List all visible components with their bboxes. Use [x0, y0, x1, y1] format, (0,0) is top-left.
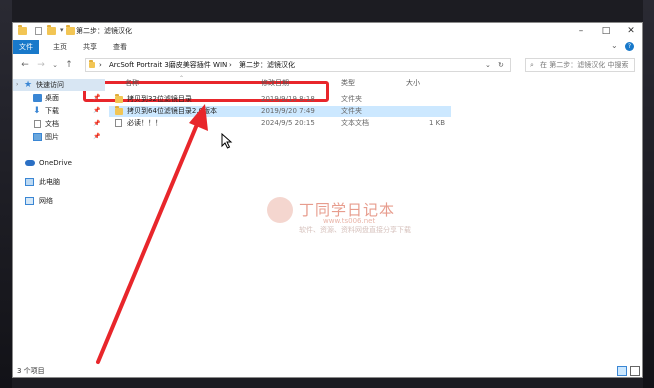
file-name: 必读！！！ [127, 119, 162, 127]
file-type: 文件夹 [341, 95, 362, 103]
sidebar-item-network[interactable]: 网络 [13, 195, 105, 207]
file-type: 文本文档 [341, 119, 369, 127]
window-title: 第二步：滤镜汉化 [76, 27, 132, 35]
pin-icon: 📌 [93, 120, 101, 127]
mouse-cursor-icon [221, 133, 233, 149]
address-row: ← → ⌄ ↑ › ArcSoft Portrait 3磨皮美容插件 WIN ›… [13, 54, 642, 102]
close-button[interactable]: ✕ [618, 23, 642, 40]
pin-icon: 📌 [93, 107, 101, 114]
cloud-icon [25, 160, 35, 166]
details-view-icon[interactable] [617, 366, 627, 376]
star-icon: ★ [24, 80, 33, 90]
folder-icon [115, 94, 123, 103]
explorer-window: ▾ 第二步：滤镜汉化 – □ ✕ 文件 主页 共享 查看 ⌄ ? ← → ⌄ ↑… [12, 22, 643, 378]
sidebar-label-quick-access: 快速访问 [36, 81, 64, 89]
address-bar[interactable]: › ArcSoft Portrait 3磨皮美容插件 WIN › 第二步：滤镜汉… [85, 58, 511, 72]
file-date: 2024/9/5 20:15 [261, 119, 315, 127]
column-header-name[interactable]: 名称 [125, 77, 139, 89]
text-file-icon [115, 119, 122, 127]
network-icon [25, 197, 34, 205]
breadcrumb-separator: › [229, 61, 232, 69]
file-date: 2019/9/19 8:18 [261, 95, 315, 103]
sidebar-label-desktop: 桌面 [45, 94, 59, 102]
sidebar-label-network: 网络 [39, 197, 53, 205]
sidebar-label-this-pc: 此电脑 [39, 178, 60, 186]
forward-button[interactable]: → [35, 58, 47, 72]
file-row-selected[interactable]: 拷贝到64位滤镜目录2.0版本 2019/9/20 7:49 文件夹 [109, 106, 451, 117]
search-placeholder: 在 第二步：滤镜汉化 中搜索 [540, 61, 629, 69]
tab-home[interactable]: 主页 [49, 40, 71, 54]
title-bar: ▾ 第二步：滤镜汉化 – □ ✕ [13, 23, 642, 40]
folder-icon [18, 25, 27, 35]
breadcrumb-separator: › [99, 61, 102, 69]
desktop-background-right [643, 0, 654, 388]
tab-share[interactable]: 共享 [79, 40, 101, 54]
watermark: 丁同学日记本 www.ts006.net 软件、资源、资料网盘直接分享下载 [263, 195, 423, 239]
navigation-pane: › ★ 快速访问 桌面 📌 ⬇ 下载 📌 文档 📌 图片 📌 OneDrive [13, 77, 105, 361]
window-folder-icon [66, 25, 75, 35]
pin-icon: 📌 [93, 94, 101, 101]
file-size: 1 KB [429, 119, 446, 127]
sidebar-label-pictures: 图片 [45, 133, 59, 141]
properties-icon[interactable] [35, 27, 42, 35]
sidebar-label-onedrive: OneDrive [39, 159, 72, 167]
file-type: 文件夹 [341, 107, 362, 115]
sidebar-label-documents: 文档 [45, 120, 59, 128]
watermark-subtitle: 软件、资源、资料网盘直接分享下载 [299, 226, 411, 234]
desktop-icon [33, 94, 42, 102]
file-name: 拷贝到64位滤镜目录2.0版本 [127, 107, 218, 115]
picture-icon [33, 133, 42, 141]
sort-arrow-icon: ⌃ [179, 75, 185, 82]
sidebar-item-desktop[interactable]: 桌面 📌 [13, 92, 105, 104]
sidebar-label-downloads: 下载 [45, 107, 59, 115]
item-count: 3 个项目 [17, 367, 45, 375]
sidebar-item-onedrive[interactable]: OneDrive [13, 157, 105, 169]
chevron-down-icon: › [16, 81, 19, 88]
sidebar-item-pictures[interactable]: 图片 📌 [13, 131, 105, 143]
status-bar: 3 个项目 [13, 364, 642, 377]
file-list: 名称 ⌃ 修改日期 类型 大小 拷贝到32位滤镜目录 2019/9/19 8:1… [109, 75, 642, 361]
watermark-logo [267, 197, 293, 223]
ribbon: 文件 主页 共享 查看 ⌄ ? [13, 40, 642, 55]
file-name: 拷贝到32位滤镜目录 [127, 95, 192, 103]
column-header-size[interactable]: 大小 [406, 77, 420, 89]
ribbon-expand-icon[interactable]: ⌄ [611, 41, 618, 50]
sidebar-item-documents[interactable]: 文档 📌 [13, 118, 105, 130]
sidebar-item-this-pc[interactable]: 此电脑 [13, 176, 105, 188]
breadcrumb-arcsoft[interactable]: ArcSoft Portrait 3磨皮美容插件 WIN [109, 59, 227, 71]
back-button[interactable]: ← [19, 58, 31, 72]
minimize-button[interactable]: – [568, 23, 594, 40]
recent-locations-button[interactable]: ⌄ [49, 58, 61, 72]
refresh-icon[interactable]: ↻ [498, 59, 504, 71]
address-folder-icon [89, 60, 95, 68]
search-icon: ⌕ [530, 61, 534, 69]
download-icon: ⬇ [33, 106, 41, 116]
folder-icon [115, 106, 123, 115]
file-row[interactable]: 必读！！！ 2024/9/5 20:15 文本文档 1 KB [109, 118, 451, 129]
maximize-button[interactable]: □ [593, 23, 619, 40]
sidebar-item-quick-access[interactable]: › ★ 快速访问 [13, 79, 105, 91]
desktop-background-left [0, 0, 12, 388]
search-box[interactable]: ⌕ 在 第二步：滤镜汉化 中搜索 [525, 58, 635, 72]
address-dropdown-icon[interactable]: ⌄ [485, 59, 491, 71]
new-folder-icon[interactable] [47, 25, 56, 35]
up-button[interactable]: ↑ [63, 58, 75, 72]
file-date: 2019/9/20 7:49 [261, 107, 315, 115]
document-icon [34, 120, 41, 128]
watermark-url: www.ts006.net [323, 217, 376, 225]
breadcrumb-current[interactable]: 第二步：滤镜汉化 [239, 59, 295, 71]
file-row[interactable]: 拷贝到32位滤镜目录 2019/9/19 8:18 文件夹 [109, 94, 451, 105]
large-icons-view-icon[interactable] [630, 366, 640, 376]
computer-icon [25, 178, 34, 186]
tab-view[interactable]: 查看 [109, 40, 131, 54]
help-icon[interactable]: ? [625, 42, 634, 51]
sidebar-item-downloads[interactable]: ⬇ 下载 📌 [13, 105, 105, 117]
tab-file[interactable]: 文件 [13, 40, 39, 54]
pin-icon: 📌 [93, 133, 101, 140]
column-header-type[interactable]: 类型 [341, 77, 355, 89]
column-header-date[interactable]: 修改日期 [261, 77, 289, 89]
